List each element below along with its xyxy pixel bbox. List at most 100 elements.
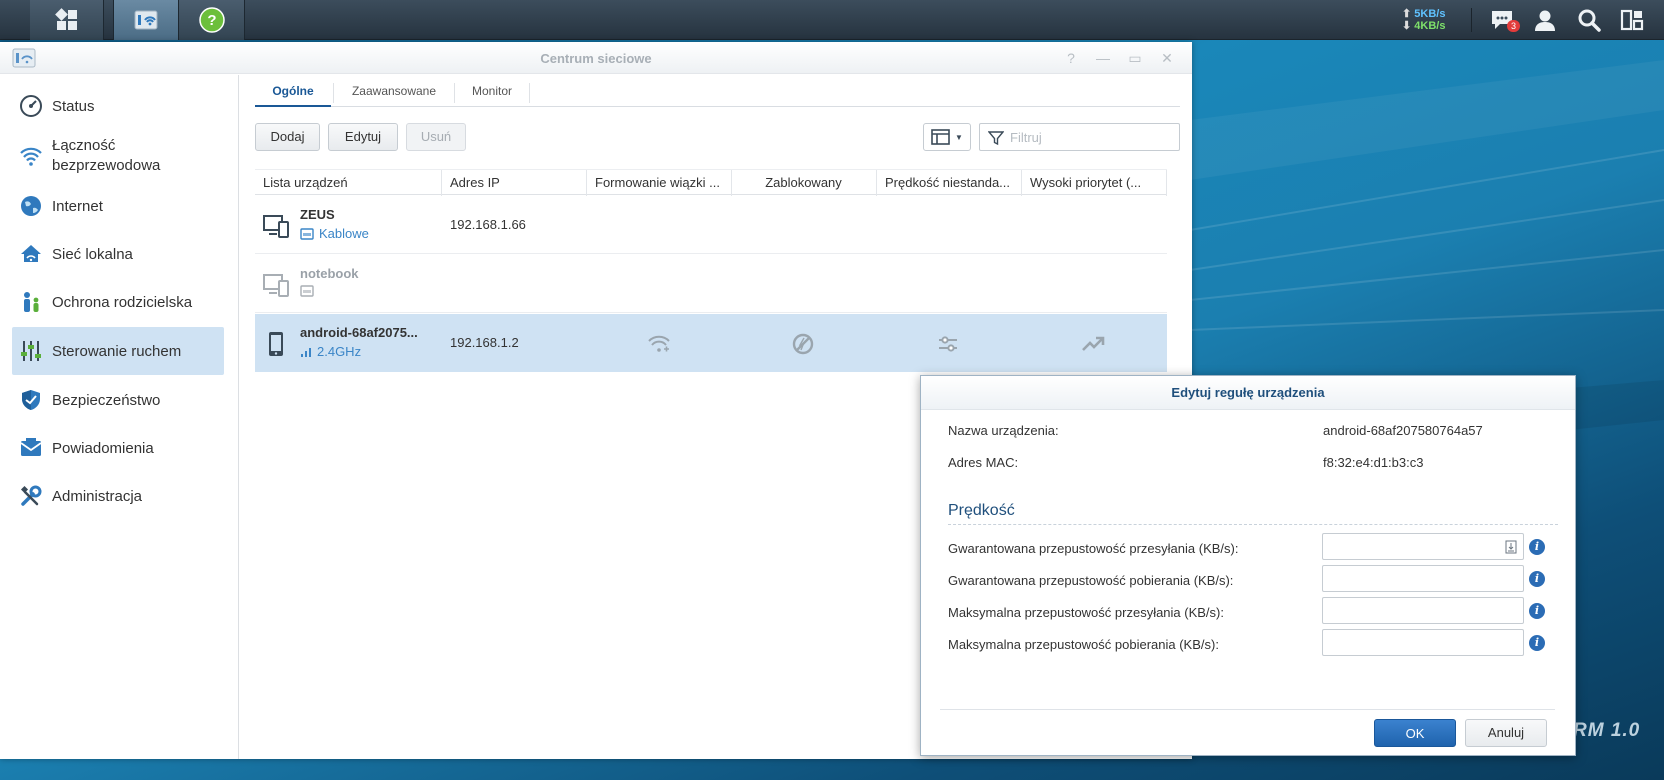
column-divider bbox=[1166, 170, 1167, 196]
table-row[interactable]: ZEUS Kablowe 192.168.1.66 bbox=[255, 196, 1167, 254]
table-header: Lista urządzeń Adres IP Formowanie wiązk… bbox=[255, 169, 1167, 196]
window-titlebar[interactable]: Centrum sieciowe ? — ▭ ✕ bbox=[0, 42, 1192, 74]
guaranteed-upload-input[interactable] bbox=[1322, 533, 1524, 560]
tab-divider bbox=[529, 83, 530, 103]
window-close-button[interactable]: ✕ bbox=[1158, 49, 1176, 67]
device-name-label: Nazwa urządzenia: bbox=[948, 423, 1059, 438]
edit-button[interactable]: Edytuj bbox=[328, 123, 398, 151]
sidebar-item-notifications[interactable]: Powiadomienia bbox=[12, 425, 224, 471]
dialog-title[interactable]: Edytuj regułę urządzenia bbox=[921, 376, 1575, 410]
filter-input[interactable]: Filtruj bbox=[979, 123, 1180, 151]
desktop-watermark: RM 1.0 bbox=[1573, 720, 1641, 741]
info-icon[interactable]: i bbox=[1529, 603, 1545, 619]
svg-text:?: ? bbox=[207, 12, 216, 29]
main-menu-button[interactable] bbox=[30, 0, 104, 40]
info-icon[interactable]: i bbox=[1529, 571, 1545, 587]
sidebar-item-label: Bezpieczeństwo bbox=[52, 391, 161, 409]
device-ip: 192.168.1.66 bbox=[450, 217, 526, 232]
sidebar-item-status[interactable]: Status bbox=[12, 83, 224, 129]
widgets-icon bbox=[1620, 9, 1644, 31]
sidebar-item-label: Powiadomienia bbox=[52, 439, 154, 457]
guaranteed-download-input[interactable] bbox=[1322, 565, 1524, 592]
sidebar-item-traffic-control[interactable]: Sterowanie ruchem bbox=[12, 327, 224, 375]
sidebar-item-parental-control[interactable]: Ochrona rodzicielska bbox=[12, 279, 224, 325]
mac-address-value: f8:32:e4:d1:b3:c3 bbox=[1323, 455, 1424, 470]
column-header-ip[interactable]: Adres IP bbox=[442, 170, 585, 196]
device-ip: 192.168.1.2 bbox=[450, 335, 519, 350]
view-mode-button[interactable]: ▼ bbox=[923, 123, 971, 151]
sidebar-item-label: Łączność bezprzewodowa bbox=[52, 137, 161, 174]
sidebar-item-label: Internet bbox=[52, 197, 103, 215]
column-header-beamforming[interactable]: Formowanie wiązki ... bbox=[587, 170, 730, 196]
guaranteed-upload-label: Gwarantowana przepustowość przesyłania (… bbox=[948, 541, 1239, 556]
network-center-icon bbox=[134, 10, 158, 30]
sidebar-item-wireless[interactable]: Łączność bezprzewodowa bbox=[12, 131, 224, 181]
wifi-icon bbox=[18, 143, 44, 169]
gauge-icon bbox=[18, 93, 44, 119]
sidebar-item-local-network[interactable]: Sieć lokalna bbox=[12, 231, 224, 277]
taskbar: ? ⬆ 5KB/s ⬇ 4KB/s 3 bbox=[0, 0, 1664, 40]
search-button[interactable] bbox=[1575, 6, 1603, 34]
blocked-icon[interactable] bbox=[791, 332, 815, 356]
info-icon[interactable]: i bbox=[1529, 635, 1545, 651]
widgets-button[interactable] bbox=[1618, 6, 1646, 34]
envelope-icon bbox=[18, 435, 44, 461]
sliders-icon bbox=[18, 338, 44, 364]
device-name: ZEUS bbox=[300, 207, 335, 222]
sidebar-item-label: Sterowanie ruchem bbox=[52, 342, 182, 360]
grid-menu-icon bbox=[54, 8, 77, 30]
max-upload-input[interactable] bbox=[1322, 597, 1524, 624]
network-speed-indicator: ⬆ 5KB/s ⬇ 4KB/s bbox=[1402, 8, 1445, 32]
notifications-button[interactable]: 3 bbox=[1488, 6, 1520, 34]
device-name-value: android-68af207580764a57 bbox=[1323, 423, 1483, 438]
custom-speed-sliders-icon[interactable] bbox=[936, 332, 960, 356]
tab-monitor[interactable]: Monitor bbox=[455, 75, 529, 107]
signal-strength-icon bbox=[301, 347, 311, 357]
sidebar-item-administration[interactable]: Administracja bbox=[12, 473, 224, 519]
column-header-custom-speed[interactable]: Prędkość niestanda... bbox=[877, 170, 1020, 196]
network-center-taskbar-button[interactable] bbox=[113, 0, 179, 40]
device-connection: 2.4GHz bbox=[300, 344, 361, 359]
sidebar-item-label: Status bbox=[52, 97, 95, 115]
home-network-icon bbox=[18, 241, 44, 267]
connection-type: Kablowe bbox=[319, 226, 369, 241]
layout-icon bbox=[931, 129, 950, 145]
device-name: android-68af2075... bbox=[300, 325, 418, 340]
table-row-selected[interactable]: android-68af2075... 2.4GHz 192.168.1.2 bbox=[255, 314, 1167, 372]
taskbar-separator bbox=[1471, 8, 1472, 32]
user-button[interactable] bbox=[1531, 6, 1559, 34]
footer-divider bbox=[940, 709, 1555, 710]
info-icon[interactable]: i bbox=[1529, 539, 1545, 555]
table-row[interactable]: notebook bbox=[255, 255, 1167, 313]
delete-button[interactable]: Usuń bbox=[406, 123, 466, 151]
cancel-button[interactable]: Anuluj bbox=[1465, 719, 1547, 747]
sidebar-item-internet[interactable]: Internet bbox=[12, 183, 224, 229]
ok-button[interactable]: OK bbox=[1374, 719, 1456, 747]
computer-device-icon bbox=[263, 215, 289, 238]
beamforming-icon[interactable] bbox=[647, 332, 671, 356]
mac-address-label: Adres MAC: bbox=[948, 455, 1019, 470]
ethernet-icon bbox=[300, 227, 314, 240]
phone-device-icon bbox=[269, 332, 283, 356]
connection-type: 2.4GHz bbox=[317, 344, 362, 359]
help-taskbar-button[interactable]: ? bbox=[179, 0, 245, 40]
add-button[interactable]: Dodaj bbox=[255, 123, 320, 151]
tab-advanced[interactable]: Zaawansowane bbox=[334, 75, 454, 107]
device-name: notebook bbox=[300, 266, 359, 281]
window-minimize-button[interactable]: — bbox=[1094, 49, 1112, 67]
window-help-button[interactable]: ? bbox=[1062, 49, 1080, 67]
column-header-device-list[interactable]: Lista urządzeń bbox=[255, 170, 440, 196]
max-download-input[interactable] bbox=[1322, 629, 1524, 656]
column-header-blocked[interactable]: Zablokowany bbox=[732, 170, 875, 196]
sidebar-item-security[interactable]: Bezpieczeństwo bbox=[12, 377, 224, 423]
tab-bar: Ogólne Zaawansowane Monitor bbox=[255, 75, 1180, 107]
download-arrow-icon: ⬇ bbox=[1402, 20, 1412, 32]
window-maximize-button[interactable]: ▭ bbox=[1126, 49, 1144, 67]
high-priority-icon[interactable] bbox=[1081, 332, 1105, 356]
tab-general[interactable]: Ogólne bbox=[255, 75, 331, 107]
column-header-high-priority[interactable]: Wysoki priorytet (... bbox=[1022, 170, 1165, 196]
speed-section-title: Prędkość bbox=[948, 502, 1015, 519]
ethernet-icon bbox=[300, 285, 314, 297]
chevron-down-icon: ▼ bbox=[955, 132, 963, 142]
computer-device-icon bbox=[263, 274, 289, 297]
